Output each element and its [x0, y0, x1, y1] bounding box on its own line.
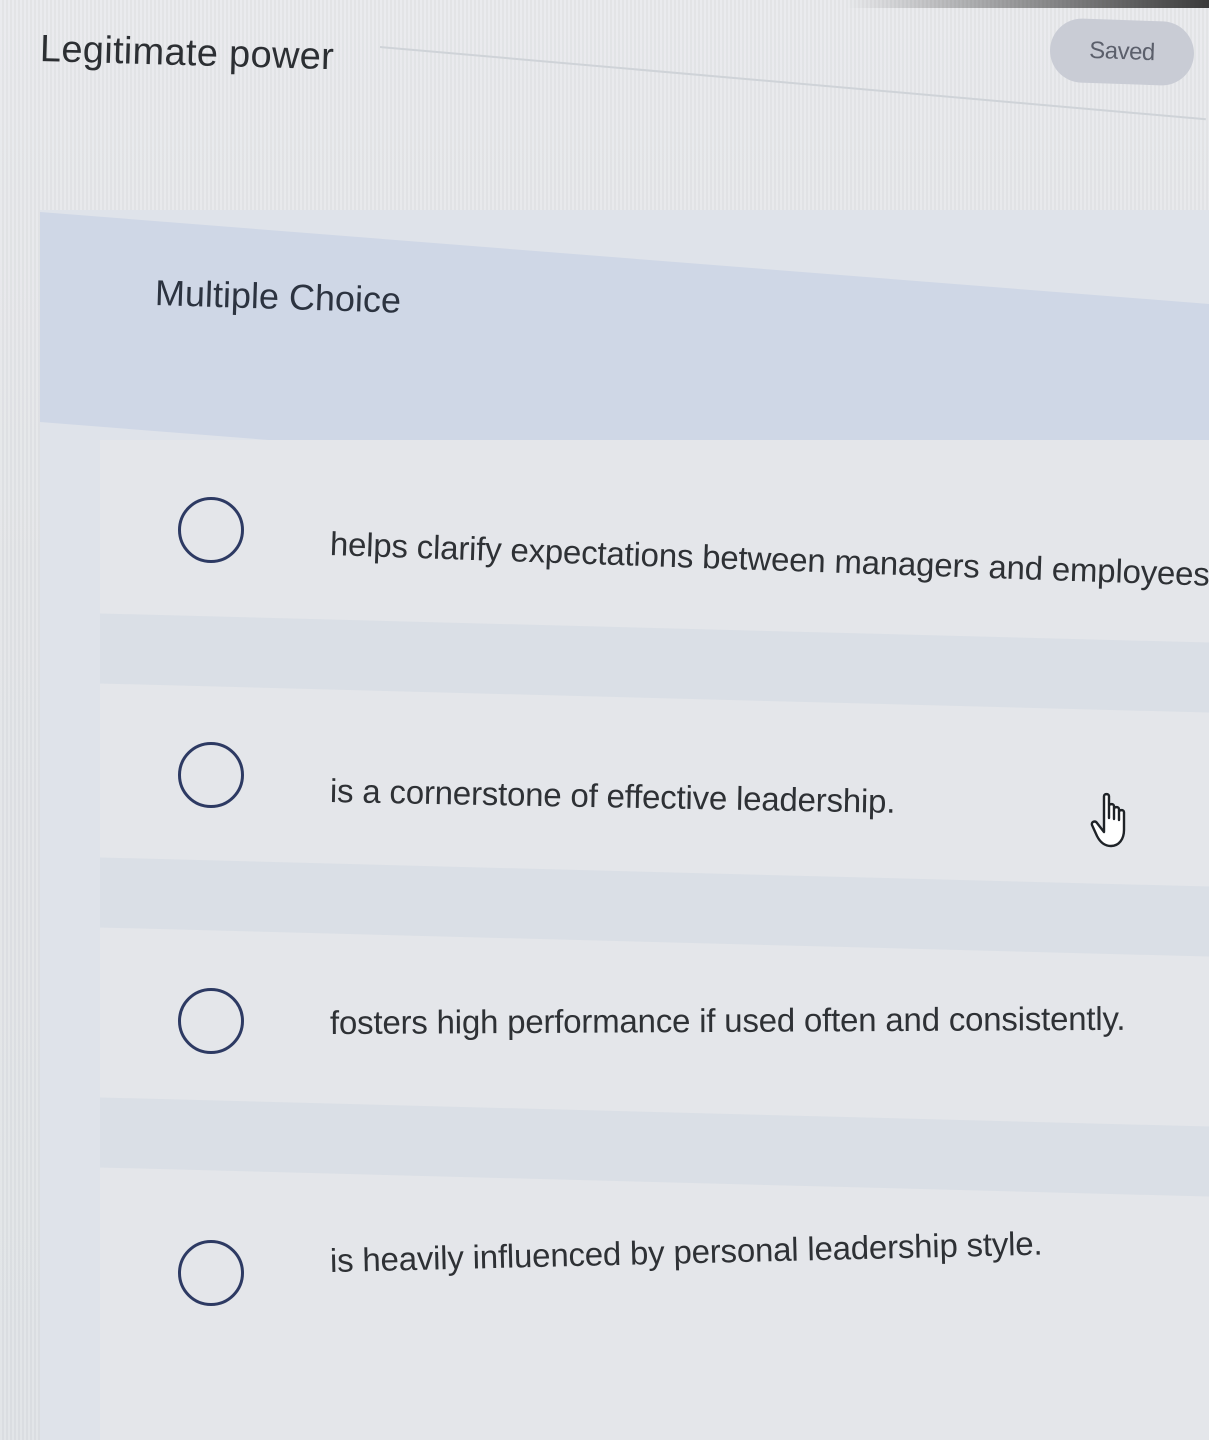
radio-button-4[interactable] — [178, 1240, 244, 1306]
hand-pointer-icon — [1090, 792, 1126, 848]
question-type-label: Multiple Choice — [154, 272, 402, 321]
radio-button-2[interactable] — [178, 742, 244, 808]
question-title: Legitimate power — [39, 28, 335, 79]
answer-option-4[interactable]: is heavily influenced by personal leader… — [178, 1225, 1043, 1306]
answer-option-3-label[interactable]: fosters high performance if used often a… — [330, 1000, 1126, 1042]
answer-option-3[interactable]: fosters high performance if used often a… — [178, 988, 1125, 1054]
monitor-bezel — [0, 0, 1209, 8]
radio-button-3[interactable] — [178, 988, 244, 1054]
answer-option-1[interactable]: helps clarify expectations between manag… — [178, 497, 1209, 593]
answer-option-2[interactable]: is a cornerstone of effective leadership… — [178, 742, 896, 820]
saved-status-badge: Saved — [1048, 17, 1196, 87]
radio-button-1[interactable] — [178, 497, 244, 563]
